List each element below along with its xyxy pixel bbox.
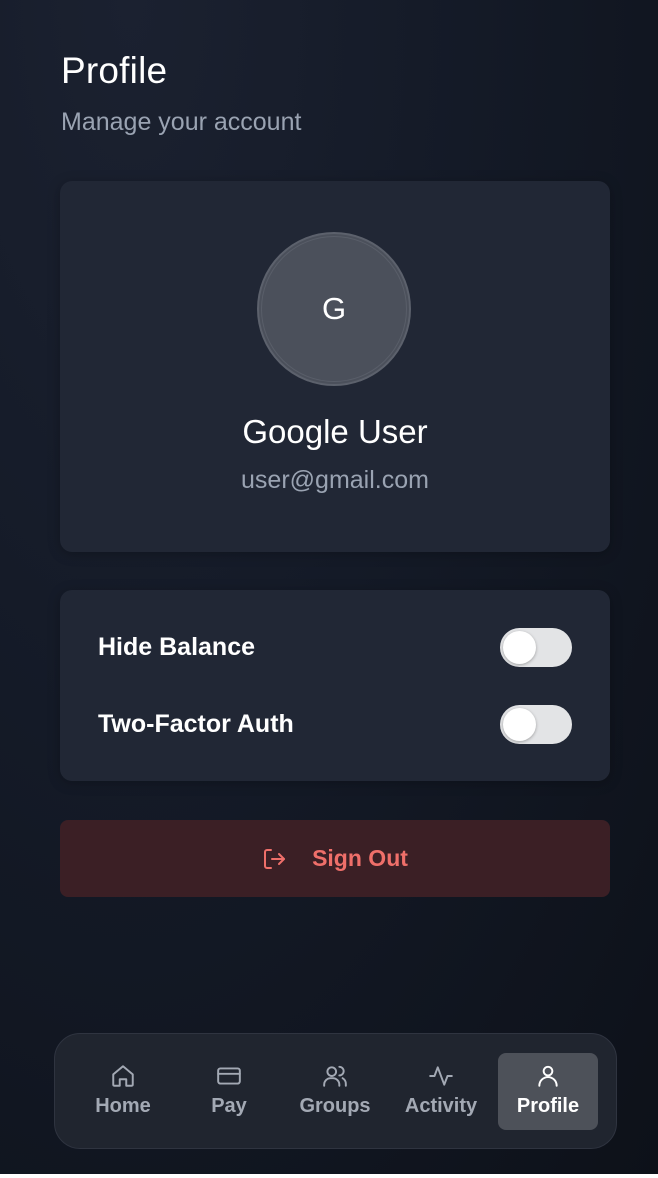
sign-out-button[interactable]: Sign Out xyxy=(60,820,610,897)
setting-label-hide-balance: Hide Balance xyxy=(98,632,256,661)
toggle-knob xyxy=(503,630,536,664)
setting-label-two-factor: Two-Factor Auth xyxy=(98,709,294,738)
credit-card-icon xyxy=(216,1063,242,1089)
settings-card: Hide Balance Two-Factor Auth xyxy=(60,590,610,781)
nav-label-activity: Activity xyxy=(404,1095,478,1117)
avatar-initial: G xyxy=(261,236,407,382)
users-icon xyxy=(322,1063,348,1089)
nav-item-home[interactable]: Home xyxy=(73,1053,173,1130)
nav-item-groups[interactable]: Groups xyxy=(285,1053,385,1130)
user-icon xyxy=(535,1063,561,1089)
two-factor-toggle[interactable] xyxy=(500,704,572,744)
nav-item-activity[interactable]: Activity xyxy=(391,1053,491,1130)
bottom-edge xyxy=(0,1174,658,1178)
logout-icon xyxy=(262,847,288,871)
nav-label-home: Home xyxy=(95,1095,151,1117)
user-name: Google User xyxy=(242,413,428,450)
toggle-knob xyxy=(503,707,536,741)
home-icon xyxy=(110,1063,136,1089)
activity-icon xyxy=(428,1063,454,1089)
bottom-nav: Home Pay Groups Activity Profile xyxy=(54,1033,617,1149)
avatar[interactable]: G xyxy=(257,232,411,386)
setting-row-hide-balance: Hide Balance xyxy=(98,627,572,667)
app-screen: Profile Manage your account G Google Use… xyxy=(0,0,658,1174)
hide-balance-toggle[interactable] xyxy=(500,627,572,667)
nav-label-profile: Profile xyxy=(516,1095,580,1117)
user-email: user@gmail.com xyxy=(241,466,429,494)
nav-label-pay: Pay xyxy=(211,1095,247,1117)
nav-item-pay[interactable]: Pay xyxy=(179,1053,279,1130)
nav-item-profile[interactable]: Profile xyxy=(498,1053,598,1130)
page-subtitle: Manage your account xyxy=(61,108,302,136)
profile-card: G Google User user@gmail.com xyxy=(60,181,610,552)
page-title: Profile xyxy=(61,50,168,91)
nav-label-groups: Groups xyxy=(299,1095,371,1117)
sign-out-label: Sign Out xyxy=(312,845,408,871)
setting-row-two-factor: Two-Factor Auth xyxy=(98,704,572,744)
